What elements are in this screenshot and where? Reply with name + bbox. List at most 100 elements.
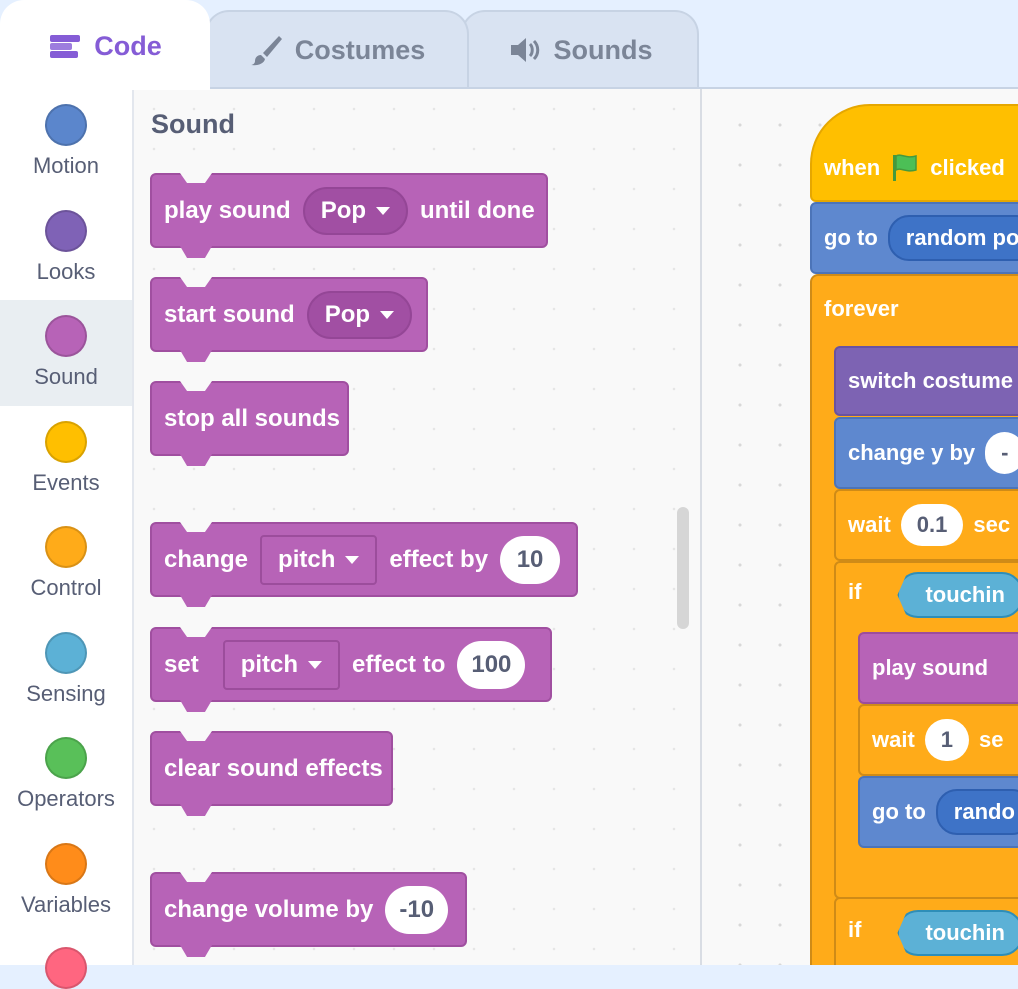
block-text: start sound: [164, 300, 295, 328]
change-volume-block[interactable]: change volume by -10: [150, 872, 467, 957]
caret-down-icon: [380, 310, 395, 319]
category-events[interactable]: Events: [0, 406, 132, 512]
sound-dropdown[interactable]: Pop: [302, 186, 409, 235]
category-looks[interactable]: Looks: [0, 195, 132, 301]
block-text: when: [824, 155, 881, 180]
editor-tabs: Sounds Costumes Code: [0, 0, 1018, 90]
category-motion[interactable]: Motion: [0, 89, 132, 195]
tab-sounds[interactable]: Sounds: [461, 10, 699, 88]
block-text: se: [979, 727, 1004, 752]
block-text: go to: [872, 799, 926, 824]
dropdown-value: pitch: [278, 545, 336, 573]
block-text: until done: [420, 196, 535, 224]
tab-code[interactable]: Code: [0, 0, 210, 90]
dropdown-value: Pop: [320, 196, 367, 224]
number-input[interactable]: -: [985, 432, 1018, 474]
code-icon: [48, 29, 82, 63]
category-sensing[interactable]: Sensing: [0, 617, 132, 723]
start-sound-block[interactable]: start sound Pop: [150, 277, 428, 362]
category-operators[interactable]: Operators: [0, 722, 132, 828]
target-dropdown[interactable]: rando: [935, 789, 1018, 835]
dropdown-value: Pop: [324, 300, 371, 328]
effect-dropdown[interactable]: pitch: [222, 639, 341, 690]
change-y-block[interactable]: change y by -: [834, 417, 1018, 489]
wait-block[interactable]: wait 1 se: [858, 704, 1018, 776]
forever-label: forever: [824, 296, 899, 321]
caret-down-icon: [345, 555, 360, 564]
category-label: Motion: [32, 153, 100, 178]
paintbrush-icon: [249, 33, 283, 67]
block-text: clicked: [930, 155, 1005, 180]
my-blocks-color-dot[interactable]: [45, 947, 87, 989]
tab-code-label: Code: [94, 30, 162, 61]
speaker-icon: [508, 33, 542, 67]
category-control[interactable]: Control: [0, 511, 132, 617]
stop-all-sounds-block[interactable]: stop all sounds: [150, 381, 349, 466]
block-text: play sound: [872, 655, 989, 680]
block-text: effect by: [389, 545, 489, 573]
block-palette: Sound play sound Pop until done start so…: [134, 89, 702, 965]
category-label: Sensing: [26, 681, 106, 706]
block-text: if: [848, 917, 862, 942]
block-text: if: [848, 579, 862, 604]
block-text: change y by: [848, 440, 976, 465]
events-color-dot: [45, 421, 87, 463]
sound-color-dot: [45, 315, 87, 357]
green-flag-icon: [890, 153, 920, 183]
number-input[interactable]: -10: [385, 885, 449, 934]
sound-dropdown[interactable]: Pop: [306, 290, 413, 339]
script-workspace[interactable]: forever when clicked go to random po swi…: [702, 89, 1018, 965]
touching-condition[interactable]: touchin: [897, 572, 1018, 618]
tab-costumes-label: Costumes: [294, 34, 426, 65]
operators-color-dot: [45, 737, 87, 779]
category-label: Variables: [20, 892, 112, 917]
category-menu: Motion Looks Sound Events Control Sensin…: [0, 89, 134, 989]
block-text: wait: [848, 512, 891, 537]
category-sound[interactable]: Sound: [0, 300, 132, 406]
set-effect-block[interactable]: set pitch effect to 100: [150, 627, 552, 712]
touching-condition[interactable]: touchin: [897, 910, 1018, 956]
variables-color-dot: [45, 843, 87, 885]
target-dropdown[interactable]: random po: [887, 215, 1018, 261]
play-sound-until-done-block[interactable]: play sound Pop until done: [150, 173, 548, 258]
caret-down-icon: [308, 660, 323, 669]
play-sound-block[interactable]: play sound: [858, 632, 1018, 704]
dropdown-value: pitch: [240, 650, 299, 678]
number-input[interactable]: 0.1: [900, 504, 964, 546]
when-flag-clicked-block[interactable]: when clicked: [810, 104, 1018, 202]
block-text: play sound: [164, 196, 291, 224]
category-label: Looks: [36, 259, 96, 284]
switch-costume-block[interactable]: switch costume: [834, 346, 1018, 416]
palette-scrollbar[interactable]: [677, 507, 689, 629]
block-text: change volume by: [164, 895, 374, 923]
block-text: wait: [872, 727, 915, 752]
tab-sounds-label: Sounds: [553, 34, 653, 65]
category-label: Operators: [17, 786, 115, 811]
motion-color-dot: [45, 104, 87, 146]
number-input[interactable]: 100: [457, 640, 526, 689]
tab-costumes[interactable]: Costumes: [205, 10, 469, 88]
effect-dropdown[interactable]: pitch: [260, 534, 378, 585]
category-label: Events: [32, 470, 100, 495]
change-effect-block[interactable]: change pitch effect by 10: [150, 522, 578, 607]
block-text: switch costume: [848, 368, 1014, 393]
category-label: Sound: [34, 364, 98, 389]
palette-section-title: Sound: [151, 109, 235, 139]
clear-sound-effects-block[interactable]: clear sound effects: [150, 731, 393, 816]
number-input[interactable]: 10: [500, 535, 561, 584]
wait-block[interactable]: wait 0.1 sec: [834, 489, 1018, 561]
category-variables[interactable]: Variables: [0, 828, 132, 934]
block-text: stop all sounds: [164, 404, 341, 432]
number-input[interactable]: 1: [924, 719, 970, 761]
go-to-random-block[interactable]: go to rando: [858, 776, 1018, 848]
block-text: set: [164, 650, 199, 678]
block-text: effect to: [352, 650, 446, 678]
block-text: go to: [824, 225, 878, 250]
sensing-color-dot: [45, 632, 87, 674]
block-text: sec: [973, 512, 1011, 537]
block-text: change: [164, 545, 249, 573]
if-block[interactable]: if touchin: [834, 897, 1018, 965]
caret-down-icon: [376, 206, 391, 215]
looks-color-dot: [45, 210, 87, 252]
go-to-random-block[interactable]: go to random po: [810, 202, 1018, 274]
